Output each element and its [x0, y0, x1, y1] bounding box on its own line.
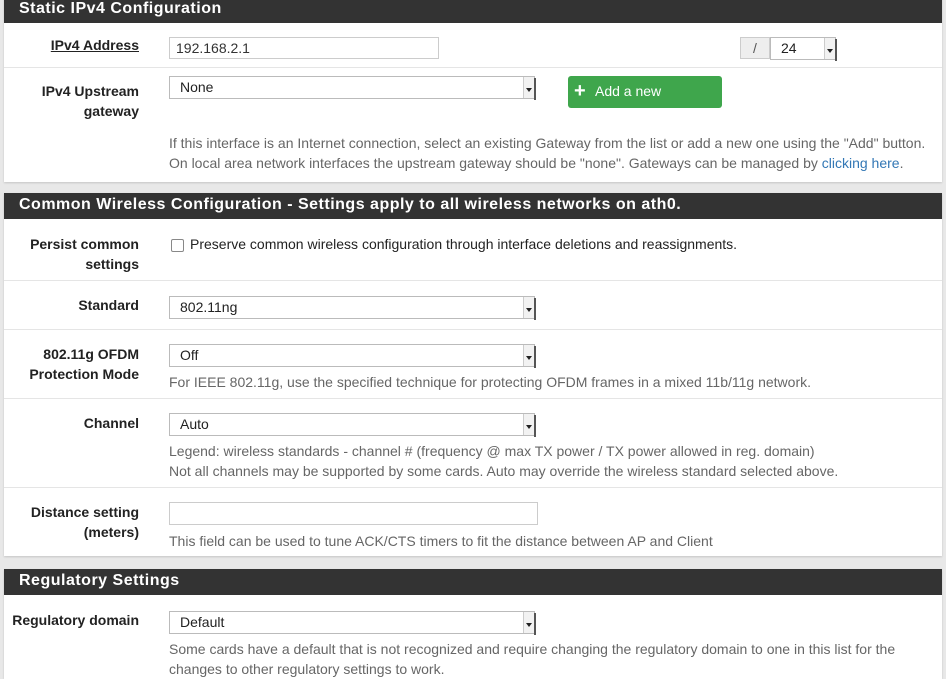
regulatory-domain-select[interactable]: Default: [169, 611, 536, 635]
distance-label-line1: Distance setting: [30, 504, 139, 520]
distance-label-line2: (meters): [83, 524, 139, 540]
ofdm-label-line1: 802.11g OFDM: [43, 346, 139, 362]
chevron-down-icon: [523, 414, 534, 435]
panel-title-static-ipv4: Static IPv4 Configuration: [4, 0, 942, 23]
ofdm-help: For IEEE 802.11g, use the specified tech…: [169, 374, 811, 390]
ofdm-label-line2: Protection Mode: [29, 366, 139, 382]
standard-row: Standard 802.11ng: [4, 280, 942, 330]
standard-select-value: 802.11ng: [180, 299, 238, 315]
ipv4-address-row: IPv4 Address 192.168.2.1 / 24: [4, 23, 942, 67]
ofdm-select[interactable]: Off: [169, 344, 536, 368]
manage-gateways-link[interactable]: clicking here: [822, 155, 900, 171]
channel-help-line2: Not all channels may be supported by som…: [169, 463, 839, 479]
add-gateway-button[interactable]: + Add a new gateway: [568, 76, 722, 129]
chevron-down-icon: [523, 345, 534, 366]
cidr-select[interactable]: 24: [770, 37, 837, 61]
upstream-gateway-select[interactable]: None: [169, 76, 536, 100]
persist-label-line2: settings: [85, 256, 139, 272]
regulatory-help-line1: Some cards have a default that is not re…: [169, 641, 896, 657]
regulatory-domain-value: Default: [180, 614, 225, 630]
channel-label: Channel: [83, 415, 139, 431]
regulatory-help-line2: changes to other regulatory settings to …: [169, 661, 445, 677]
chevron-down-icon: [824, 38, 835, 59]
persist-row: Persist common settings Preserve common …: [4, 219, 942, 280]
upstream-help-prefix: On local area network interfaces the ups…: [169, 155, 822, 171]
persist-checkbox-text: Preserve common wireless configuration t…: [190, 236, 738, 252]
chevron-down-icon: [523, 297, 534, 318]
distance-row: Distance setting (meters) This field can…: [4, 487, 942, 557]
distance-help: This field can be used to tune ACK/CTS t…: [169, 533, 713, 549]
upstream-help-suffix: .: [899, 155, 904, 171]
ofdm-row: 802.11g OFDM Protection Mode Off For IEE…: [4, 329, 942, 399]
ofdm-label: 802.11g OFDM Protection Mode: [29, 344, 139, 384]
cidr-select-value: 24: [781, 40, 797, 56]
upstream-gateway-value: None: [180, 79, 214, 95]
channel-select[interactable]: Auto: [169, 413, 536, 437]
regulatory-panel: Regulatory Settings Regulatory domain De…: [4, 569, 942, 679]
static-ipv4-panel: Static IPv4 Configuration IPv4 Address 1…: [4, 0, 942, 182]
distance-label: Distance setting (meters): [31, 502, 139, 542]
ipv4-address-label: IPv4 Address: [50, 37, 139, 53]
ipv4-address-input[interactable]: 192.168.2.1: [169, 37, 439, 59]
panel-title-regulatory: Regulatory Settings: [4, 569, 942, 595]
ipv4-upstream-label-line1: IPv4 Upstream: [41, 83, 139, 99]
standard-label: Standard: [78, 297, 139, 313]
cidr-separator: /: [740, 37, 770, 59]
ofdm-select-value: Off: [180, 347, 199, 363]
chevron-down-icon: [523, 77, 534, 98]
regulatory-domain-label: Regulatory domain: [12, 612, 139, 628]
persist-label: Persist common settings: [30, 234, 139, 274]
channel-row: Channel Auto Legend: wireless standards …: [4, 398, 942, 488]
upstream-help-line2: On local area network interfaces the ups…: [169, 153, 903, 173]
persist-label-line1: Persist common: [30, 236, 139, 252]
distance-input[interactable]: [169, 502, 538, 525]
plus-icon: +: [574, 80, 586, 102]
channel-select-value: Auto: [180, 416, 209, 432]
standard-select[interactable]: 802.11ng: [169, 296, 536, 320]
chevron-down-icon: [523, 612, 534, 633]
ipv4-upstream-label-line2: gateway: [83, 103, 139, 119]
add-gateway-label: Add a new gateway: [595, 83, 662, 129]
upstream-help-line1: If this interface is an Internet connect…: [169, 135, 926, 151]
wireless-panel: Common Wireless Configuration - Settings…: [4, 193, 942, 556]
panel-title-wireless: Common Wireless Configuration - Settings…: [4, 193, 942, 219]
regulatory-domain-row: Regulatory domain Default Some cards hav…: [4, 595, 942, 679]
ipv4-upstream-row: IPv4 Upstream gateway None + Add a new g…: [4, 67, 942, 183]
channel-help-line1: Legend: wireless standards - channel # (…: [169, 443, 815, 459]
ipv4-upstream-label: IPv4 Upstream gateway: [42, 81, 139, 121]
persist-checkbox[interactable]: [171, 239, 184, 252]
